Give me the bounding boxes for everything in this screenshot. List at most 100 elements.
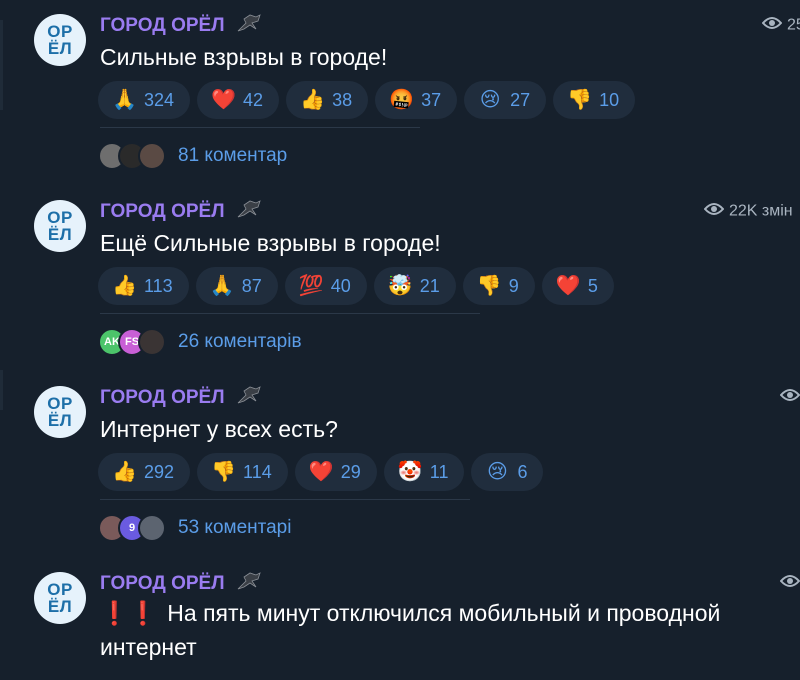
praying-hands-icon: 🙏 xyxy=(112,89,137,111)
channel-name-text: ГОРОД ОРЁЛ xyxy=(100,573,225,595)
reactions-row: 🙏 324 ❤️ 42 👍 38 🤬 37 😢 27 👎 10 xyxy=(98,81,636,119)
reaction-button[interactable]: 😢 27 xyxy=(464,81,547,119)
reaction-count: 114 xyxy=(243,461,272,482)
commenter-avatar xyxy=(138,514,166,542)
thumbs-up-icon: 👍 xyxy=(112,461,137,483)
crow-icon xyxy=(236,385,262,411)
crying-face-icon: 😢 xyxy=(487,461,508,483)
crow-icon xyxy=(236,199,262,225)
left-edge-bar xyxy=(0,370,3,410)
views-counter: 22K змін xyxy=(703,202,793,221)
thumbs-up-icon: 👍 xyxy=(300,89,325,111)
reaction-button[interactable]: 👎 114 xyxy=(197,453,288,491)
channel-name-text: ГОРОД ОРЁЛ xyxy=(100,15,225,37)
thumbs-down-icon: 👎 xyxy=(476,275,502,297)
reaction-button[interactable]: 💯 40 xyxy=(284,267,367,305)
crow-icon xyxy=(236,571,262,597)
reaction-button[interactable]: ❤️ 5 xyxy=(541,267,614,305)
commenter-avatar xyxy=(138,142,166,170)
channel-name[interactable]: ГОРОД ОРЁЛ xyxy=(100,199,262,225)
reaction-button[interactable]: 🙏 324 xyxy=(98,81,191,119)
exploding-head-icon: 🤯 xyxy=(387,275,413,297)
channel-name[interactable]: ГОРОД ОРЁЛ xyxy=(100,385,262,411)
divider xyxy=(100,313,480,314)
views-counter: 25 xyxy=(761,16,800,35)
reaction-button[interactable]: 👍 113 xyxy=(98,267,189,305)
reaction-count: 21 xyxy=(419,275,440,296)
comments-count: 81 коментар xyxy=(178,145,288,166)
channel-name[interactable]: ГОРОД ОРЁЛ xyxy=(100,571,262,597)
reaction-button[interactable]: 🙏 87 xyxy=(195,267,278,305)
reaction-count: 40 xyxy=(330,275,351,296)
eye-icon xyxy=(779,388,800,407)
reactions-row: 👍 113 🙏 87 💯 40 🤯 21 👎 9 ❤️ 5 xyxy=(98,267,614,305)
avatar-initials: ОР ЁЛ xyxy=(47,208,73,244)
channel-name-text: ГОРОД ОРЁЛ xyxy=(100,201,225,223)
channel-avatar[interactable]: ОР ЁЛ xyxy=(34,572,86,624)
cursing-face-icon: 🤬 xyxy=(389,89,415,111)
reaction-count: 5 xyxy=(587,275,598,296)
reaction-button[interactable]: 👍 292 xyxy=(98,453,191,491)
reactions-row: 👍 292 👎 114 ❤️ 29 🤡 11 😢 6 xyxy=(98,453,544,491)
eye-icon xyxy=(779,574,800,593)
message-text: Сильные взрывы в городе! xyxy=(100,44,388,70)
reaction-button[interactable]: 👍 38 xyxy=(286,81,369,119)
message-text: Ещё Сильные взрывы в городе! xyxy=(100,230,441,256)
views-counter xyxy=(779,388,800,407)
reaction-button[interactable]: ❤️ 42 xyxy=(197,81,280,119)
avatar-initials: ОР ЁЛ xyxy=(47,22,73,58)
reaction-count: 38 xyxy=(332,89,353,110)
red-heart-icon: ❤️ xyxy=(308,461,334,483)
divider xyxy=(100,499,470,500)
reaction-count: 324 xyxy=(144,89,175,110)
channel-avatar[interactable]: ОР ЁЛ xyxy=(34,200,86,252)
reaction-button[interactable]: 😢 6 xyxy=(471,453,544,491)
comments-link[interactable]: 9 53 коментарі xyxy=(98,514,291,542)
comments-link[interactable]: 81 коментар xyxy=(98,142,287,170)
channel-name[interactable]: ГОРОД ОРЁЛ xyxy=(100,13,262,39)
reaction-button[interactable]: 👎 9 xyxy=(462,267,535,305)
reaction-count: 113 xyxy=(144,275,173,296)
reaction-count: 6 xyxy=(517,461,528,482)
message-body: На пять минут отключился мобильный и про… xyxy=(100,600,721,660)
reaction-button[interactable]: 🤡 11 xyxy=(383,453,465,491)
reaction-count: 42 xyxy=(243,89,264,110)
reaction-button[interactable]: ❤️ 29 xyxy=(294,453,377,491)
views-count: 22K змін xyxy=(729,202,793,220)
clown-face-icon: 🤡 xyxy=(397,461,423,483)
praying-hands-icon: 🙏 xyxy=(209,275,235,297)
divider xyxy=(100,127,420,128)
avatar-initials: ОР ЁЛ xyxy=(47,580,73,616)
views-counter xyxy=(779,574,800,593)
commenter-avatar xyxy=(138,328,166,356)
reaction-count: 37 xyxy=(421,89,442,110)
eye-icon xyxy=(761,16,783,35)
crow-icon xyxy=(236,13,262,39)
reaction-count: 29 xyxy=(340,461,361,482)
comments-count: 26 коментарів xyxy=(178,331,302,352)
reaction-count: 10 xyxy=(599,89,620,110)
left-edge-bar xyxy=(0,20,3,110)
message-text: Интернет у всех есть? xyxy=(100,416,338,442)
reaction-count: 292 xyxy=(144,461,175,482)
message-text: ❗❗ На пять минут отключился мобильный и п… xyxy=(100,596,800,664)
crying-face-icon: 😢 xyxy=(479,89,501,111)
reaction-button[interactable]: 🤬 37 xyxy=(375,81,458,119)
channel-name-text: ГОРОД ОРЁЛ xyxy=(100,387,225,409)
thumbs-down-icon: 👎 xyxy=(567,89,593,111)
red-heart-icon: ❤️ xyxy=(211,89,236,111)
eye-icon xyxy=(703,202,725,221)
reaction-count: 27 xyxy=(510,89,531,110)
reaction-button[interactable]: 👎 10 xyxy=(553,81,636,119)
channel-avatar[interactable]: ОР ЁЛ xyxy=(34,386,86,438)
avatar-initials: ОР ЁЛ xyxy=(47,394,73,430)
thumbs-down-icon: 👎 xyxy=(211,461,236,483)
comments-link[interactable]: AK FS 26 коментарів xyxy=(98,328,302,356)
reaction-count: 9 xyxy=(508,275,519,296)
reaction-count: 87 xyxy=(241,275,262,296)
hundred-points-icon: 💯 xyxy=(298,275,324,297)
views-count: 25 xyxy=(787,16,800,34)
channel-avatar[interactable]: ОР ЁЛ xyxy=(34,14,86,66)
comments-count: 53 коментарі xyxy=(178,517,292,538)
reaction-button[interactable]: 🤯 21 xyxy=(373,267,456,305)
